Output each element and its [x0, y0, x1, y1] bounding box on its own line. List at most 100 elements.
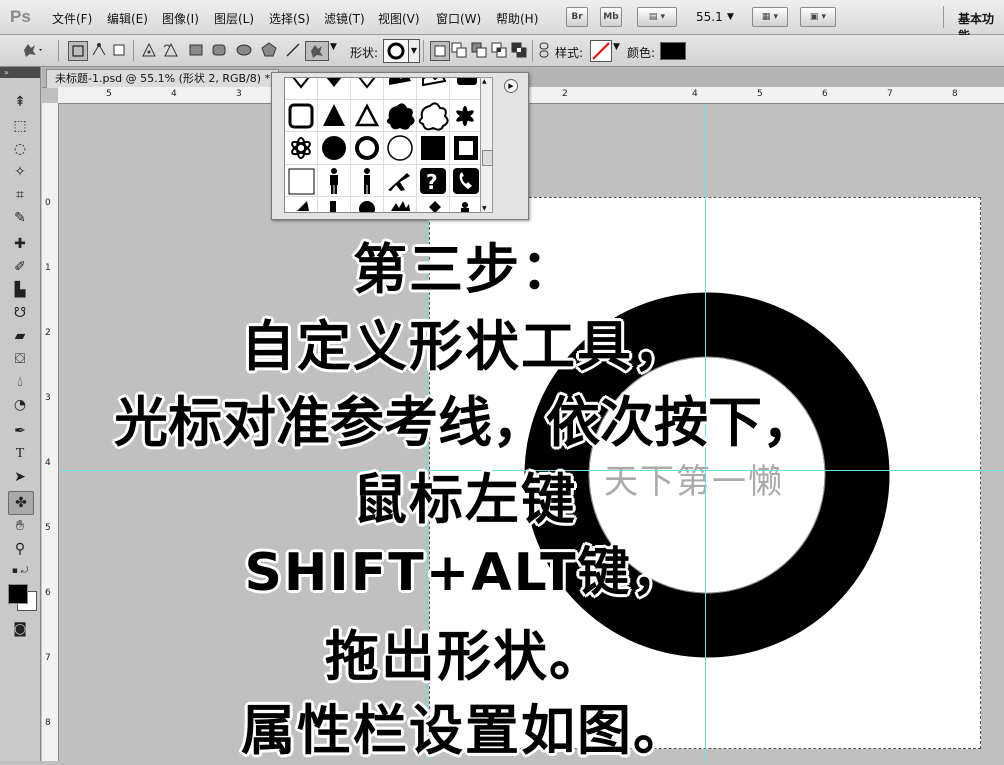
shape-grid[interactable]: ? [284, 77, 482, 213]
ellipse-tool-icon[interactable] [235, 41, 253, 59]
hand-tool-icon[interactable]: ✋︎ [8, 515, 32, 537]
history-brush-tool-icon[interactable]: ☋ [8, 302, 32, 324]
ruler-label: 4 [171, 89, 177, 99]
custom-shape-options-dropdown-icon[interactable]: ▼ [330, 42, 337, 52]
ruler-label: 5 [45, 523, 51, 533]
horizontal-ruler: 5 4 3 2 4 5 6 7 8 [58, 87, 1004, 104]
scroll-up-icon[interactable]: ▲ [482, 78, 487, 85]
horizontal-guide[interactable] [59, 470, 1004, 471]
photoshop-logo: Ps [10, 7, 31, 26]
subtract-shape-area-icon[interactable] [470, 41, 488, 59]
view-extras-button[interactable]: ▤ ▾ [637, 7, 677, 27]
shape-picker-dropdown-icon[interactable]: ▼ [408, 39, 420, 63]
foreground-color-swatch[interactable] [8, 584, 28, 604]
exclude-overlapping-icon[interactable] [510, 41, 528, 59]
shape-picker-scrollbar[interactable]: ▲ ▼ [480, 77, 493, 213]
options-separator [58, 40, 59, 62]
crop-tool-icon[interactable]: ⌗ [8, 184, 32, 206]
tools-panel-header[interactable]: » [0, 67, 40, 78]
lasso-tool-icon[interactable]: ◌ [8, 138, 32, 160]
freeform-pen-icon[interactable] [162, 41, 180, 59]
style-none-swatch[interactable] [590, 40, 612, 62]
ruler-label: 2 [45, 328, 51, 338]
picker-menu-icon[interactable]: ▶ [504, 79, 518, 93]
shape-layers-icon[interactable] [68, 41, 88, 61]
screen-mode-button[interactable]: ▣ ▾ [800, 7, 836, 27]
color-swatch[interactable] [660, 42, 686, 60]
svg-text:?: ? [426, 170, 438, 194]
clone-stamp-tool-icon[interactable]: ▙ [8, 279, 32, 301]
shape-preview-ring[interactable] [383, 39, 409, 63]
pen-tool-icon[interactable] [140, 41, 158, 59]
menu-select[interactable]: 选择(S) [269, 10, 310, 27]
ruler-label: 7 [887, 89, 893, 99]
link-icon[interactable] [537, 41, 551, 59]
shape-thumbnails[interactable]: ? [285, 78, 481, 212]
add-to-shape-area-icon[interactable] [450, 41, 468, 59]
style-dropdown-icon[interactable]: ▼ [613, 42, 620, 52]
menu-edit[interactable]: 编辑(E) [107, 10, 148, 27]
pen-tool-icon[interactable]: ✒ [8, 420, 32, 442]
paths-icon[interactable] [90, 41, 108, 59]
eyedropper-tool-icon[interactable]: ✎ [8, 207, 32, 229]
ruler-label: 0 [45, 198, 51, 208]
path-selection-tool-icon[interactable]: ➤ [8, 466, 32, 488]
ruler-label: 8 [45, 718, 51, 728]
marquee-tool-icon[interactable]: ⬚ [8, 115, 32, 137]
menu-layer[interactable]: 图层(L) [214, 10, 254, 27]
bridge-button[interactable]: Br [566, 7, 588, 27]
watermark-text: 天下第一懒 [604, 462, 784, 502]
canvas-work-area[interactable]: 天下第一懒 [59, 104, 1004, 761]
mini-bridge-button[interactable]: Mb [600, 7, 622, 27]
line-tool-icon[interactable] [284, 41, 302, 59]
menu-filter[interactable]: 滤镜(T) [324, 10, 365, 27]
type-tool-icon[interactable]: T [8, 443, 32, 465]
ruler-label: 1 [45, 263, 51, 273]
menu-image[interactable]: 图像(I) [162, 10, 199, 27]
ruler-label: 5 [757, 89, 763, 99]
vertical-ruler: 0 1 2 3 4 5 6 7 8 [42, 103, 59, 761]
menu-file[interactable]: 文件(F) [52, 10, 92, 27]
eraser-tool-icon[interactable]: ▰ [8, 325, 32, 347]
shape-label: 形状: [350, 46, 379, 60]
menu-window[interactable]: 窗口(W) [436, 10, 481, 27]
menu-help[interactable]: 帮助(H) [496, 10, 538, 27]
brush-tool-icon[interactable]: ✐ [8, 256, 32, 278]
ruler-label: 7 [45, 653, 51, 663]
scrollbar-thumb[interactable] [482, 150, 493, 166]
blur-tool-icon[interactable]: 💧︎ [8, 371, 32, 393]
menubar-divider [943, 6, 944, 28]
zoom-level[interactable]: 55.1 [696, 10, 723, 24]
quick-selection-tool-icon[interactable]: ✧ [8, 161, 32, 183]
arrange-documents-button[interactable]: ▦ ▾ [752, 7, 788, 27]
tools-panel: » ⇞ ⬚ ◌ ✧ ⌗ ✎ ✚ ✐ ▙ ☋ ▰ ⛋ 💧︎ ◔ ✒ T ➤ ✤ ✋… [0, 67, 41, 761]
quick-mask-icon[interactable]: ◙ [8, 618, 32, 640]
move-tool-icon[interactable]: ⇞ [8, 91, 32, 113]
default-colors-icon[interactable]: ▪ ⤾ [8, 564, 32, 578]
document-tab[interactable]: 未标题-1.psd @ 55.1% (形状 2, RGB/8) * [46, 69, 280, 88]
ruler-label: 3 [45, 393, 51, 403]
menu-view[interactable]: 视图(V) [378, 10, 420, 27]
paint-bucket-tool-icon[interactable]: ⛋ [8, 348, 32, 370]
intersect-shape-areas-icon[interactable] [490, 41, 508, 59]
zoom-tool-icon[interactable]: ⚲ [8, 538, 32, 560]
tool-preset-icon[interactable] [20, 41, 42, 59]
custom-shape-tool-icon[interactable]: ✤ [8, 491, 34, 515]
custom-shape-tool-icon[interactable] [305, 41, 329, 61]
fill-pixels-icon[interactable] [110, 41, 128, 59]
rounded-rectangle-tool-icon[interactable] [210, 41, 228, 59]
color-label: 颜色: [627, 46, 656, 60]
polygon-tool-icon[interactable] [260, 41, 278, 59]
ruler-label: 4 [692, 89, 698, 99]
new-shape-layer-icon[interactable] [430, 41, 450, 61]
ruler-label: 8 [952, 89, 958, 99]
rectangle-tool-icon[interactable] [187, 41, 205, 59]
scroll-down-icon[interactable]: ▼ [482, 205, 487, 212]
custom-shape-picker: ? ▲ ▼ ▶ [271, 72, 529, 220]
vertical-guide[interactable] [705, 104, 706, 761]
healing-brush-tool-icon[interactable]: ✚ [8, 233, 32, 255]
ruler-label: 2 [562, 89, 568, 99]
dodge-tool-icon[interactable]: ◔ [8, 394, 32, 416]
zoom-dropdown-icon[interactable]: ▼ [727, 12, 734, 22]
options-separator [532, 40, 533, 62]
